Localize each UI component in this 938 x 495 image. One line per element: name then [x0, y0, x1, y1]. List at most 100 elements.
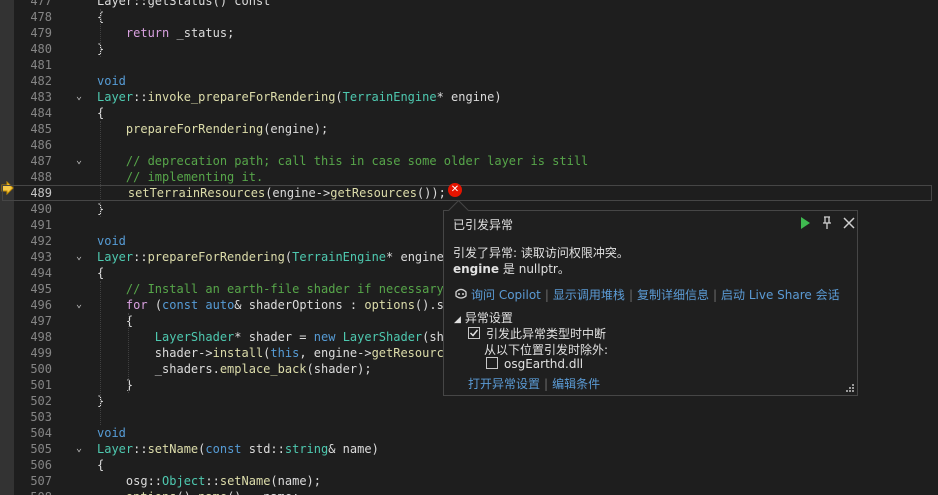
code-line[interactable]: 485 prepareForRendering(engine); — [0, 121, 938, 137]
code-token: options — [126, 490, 177, 495]
line-number: 482 — [30, 74, 52, 88]
break-checkbox[interactable] — [468, 327, 480, 339]
code-text: Layer::invoke_prepareForRendering(Terrai… — [97, 89, 502, 105]
code-token: ( — [284, 250, 293, 264]
code-token: :: — [205, 474, 220, 488]
code-text: options().name() = name; — [97, 489, 299, 495]
fold-chevron-icon[interactable]: ⌄ — [76, 297, 86, 313]
code-text: void — [97, 425, 126, 441]
code-line[interactable]: 482 void — [0, 73, 938, 89]
code-token: { — [97, 266, 105, 280]
line-number: 493 — [30, 250, 52, 264]
copy-details-link[interactable]: 复制详细信息 — [637, 288, 709, 302]
code-token: shader-> — [97, 346, 213, 360]
line-number: 504 — [30, 426, 52, 440]
code-token: _shaders. — [97, 362, 220, 376]
code-token: options — [364, 298, 415, 312]
code-text: // deprecation path; call this in case s… — [97, 153, 588, 169]
code-token: osg:: — [97, 474, 163, 488]
code-token: Layer — [97, 90, 134, 104]
exception-detail-text: 是 nullptr。 — [499, 262, 570, 276]
exception-variable: engine — [453, 262, 500, 276]
code-line[interactable]: 480} — [0, 41, 938, 57]
settings-links: 打开异常设置 | 编辑条件 — [468, 375, 600, 392]
line-number: 506 — [30, 458, 52, 472]
code-token: (engine); — [263, 122, 329, 136]
pin-icon[interactable] — [818, 214, 836, 232]
popup-title: 已引发异常 — [453, 218, 514, 232]
code-token: TerrainEngine — [342, 90, 437, 104]
code-line[interactable]: 484 { — [0, 105, 938, 121]
exception-popup: 已引发异常 引发了异常: 读取访问权限冲突。 engine 是 nullptr。… — [443, 199, 858, 396]
code-text: { — [97, 457, 104, 473]
code-token: getResource — [371, 346, 452, 360]
code-token: name — [198, 490, 227, 495]
exception-detail: engine 是 nullptr。 — [453, 260, 570, 277]
code-token: * engine) — [386, 250, 452, 264]
fold-chevron-icon[interactable]: ⌄ — [76, 89, 86, 105]
separator: | — [713, 288, 718, 302]
code-line[interactable]: 487 ⌄ // deprecation path; call this in c… — [0, 153, 938, 169]
code-text: { — [97, 105, 104, 121]
start-live-share-link[interactable]: 启动 Live Share 会话 — [721, 288, 840, 302]
code-text: for (const auto& shaderOptions : options… — [97, 297, 451, 313]
resize-grip-icon[interactable] — [845, 383, 855, 393]
open-exception-settings-link[interactable]: 打开异常设置 — [468, 377, 540, 391]
continue-play-icon[interactable] — [796, 214, 814, 232]
line-number: 494 — [30, 266, 52, 280]
code-token: Layer — [97, 442, 134, 456]
code-text: setTerrainResources(engine->getResources… — [99, 185, 446, 201]
code-line[interactable]: 481 — [0, 57, 938, 73]
code-line[interactable]: 488 // implementing it. — [0, 169, 938, 185]
code-text: return _status; — [97, 25, 234, 41]
ask-copilot-link[interactable]: 询问 Copilot — [471, 288, 541, 302]
line-number: 492 — [30, 234, 52, 248]
code-token: LayerShader — [154, 330, 235, 344]
line-number: 483 — [30, 90, 52, 104]
exception-settings-header[interactable]: ◢ 异常设置 — [454, 309, 513, 326]
fold-chevron-icon[interactable]: ⌄ — [76, 441, 86, 457]
dll-checkbox[interactable] — [486, 357, 498, 369]
code-token: LayerShader — [342, 330, 423, 344]
code-line[interactable]: 486 — [0, 137, 938, 153]
code-text: Layer::getStatus() const — [97, 0, 270, 9]
break-on-exception-option[interactable]: 引发此异常类型时中断 — [468, 325, 606, 342]
show-call-stack-link[interactable]: 显示调用堆栈 — [553, 288, 625, 302]
code-line[interactable]: 503 — [0, 409, 938, 425]
code-token: this — [270, 346, 300, 360]
code-token: void — [97, 234, 126, 248]
code-line[interactable]: 504 void — [0, 425, 938, 441]
code-line[interactable]: 477 Layer::getStatus() const — [0, 0, 938, 9]
code-line[interactable]: 478{ — [0, 9, 938, 25]
code-text: prepareForRendering(engine); — [97, 121, 328, 137]
close-icon[interactable] — [840, 214, 858, 232]
code-line[interactable]: 507 osg::Object::setName(name); — [0, 473, 938, 489]
break-option-label: 引发此异常类型时中断 — [486, 327, 607, 341]
code-token: , engine-> — [299, 346, 372, 360]
code-line[interactable]: 483 ⌄ Layer::invoke_prepareForRendering(Te… — [0, 89, 938, 105]
edit-conditions-link[interactable]: 编辑条件 — [552, 377, 600, 391]
code-token: getResources — [330, 186, 417, 200]
current-code-line[interactable]: 489 setTerrainResources(engine->getResou… — [2, 185, 932, 201]
code-line[interactable]: 505 ⌄ Layer::setName(const std::string& na… — [0, 441, 938, 457]
indent-guide — [100, 281, 101, 425]
code-token: (name); — [270, 474, 321, 488]
code-token: :: — [133, 250, 148, 264]
fold-chevron-icon[interactable]: ⌄ — [76, 153, 86, 169]
code-token: void — [97, 426, 126, 440]
line-number: 498 — [30, 330, 52, 344]
code-token: return — [125, 26, 170, 40]
exception-error-icon[interactable]: ✕ — [448, 183, 462, 197]
code-line[interactable]: 508 options().name() = name; — [0, 489, 938, 495]
code-line[interactable]: 506 { — [0, 457, 938, 473]
indent-guide — [100, 121, 101, 217]
line-number: 479 — [30, 26, 52, 40]
fold-chevron-icon[interactable]: ⌄ — [76, 249, 86, 265]
code-line[interactable]: 479 return _status; — [0, 25, 938, 41]
dll-exception-option[interactable]: osgEarthd.dll — [486, 357, 583, 371]
code-token: emplace_back — [219, 362, 307, 376]
code-token: const — [205, 442, 242, 456]
